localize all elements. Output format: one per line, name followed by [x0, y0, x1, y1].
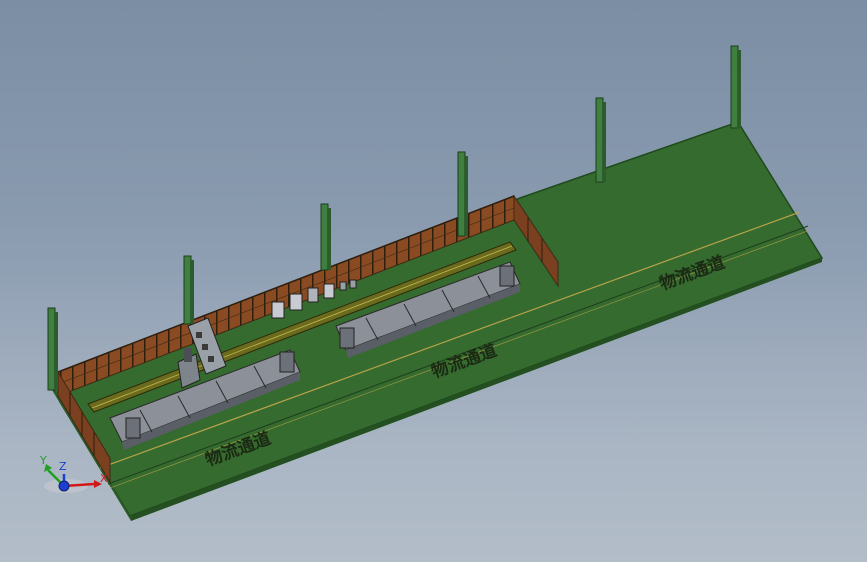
cad-viewport[interactable]: 物流通道 物流通道 物流通道 X Y Z [0, 0, 867, 562]
column-1 [47, 307, 58, 391]
x-axis-label: X [100, 472, 108, 485]
column-5 [595, 97, 606, 183]
column-4 [457, 151, 468, 237]
z-axis-label: Z [59, 460, 67, 473]
factory-layout-model: 物流通道 物流通道 物流通道 X Y Z [39, 45, 824, 521]
column-2 [183, 255, 194, 325]
column-6 [730, 45, 741, 129]
y-axis-label: Y [39, 454, 47, 467]
column-3 [320, 203, 331, 271]
